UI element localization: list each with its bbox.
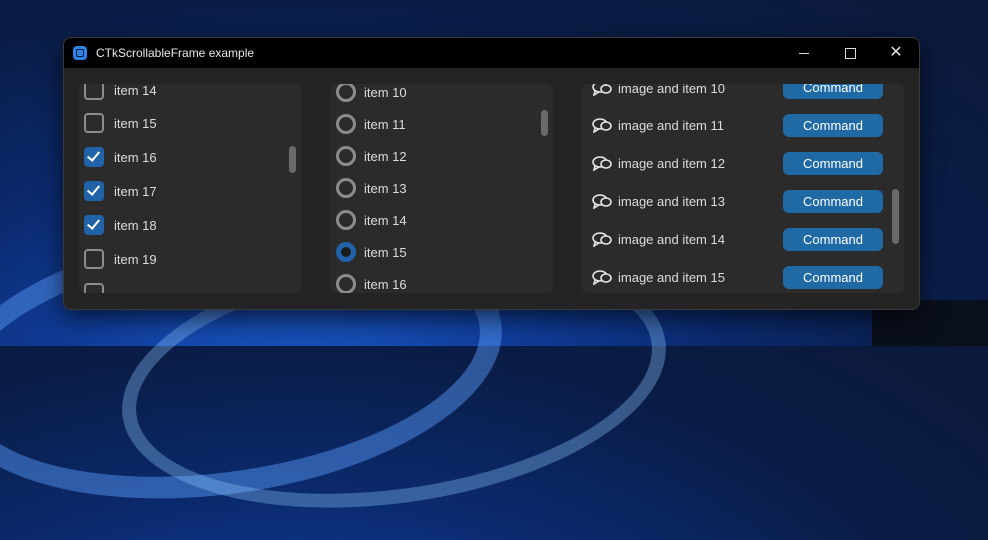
chat-bubble-icon bbox=[592, 270, 612, 285]
close-icon: ✕ bbox=[889, 44, 903, 61]
checkbox[interactable] bbox=[84, 113, 104, 133]
radio-label: item 15 bbox=[364, 244, 407, 260]
radio-button[interactable] bbox=[336, 146, 356, 166]
command-button[interactable]: Command bbox=[783, 152, 883, 175]
checkbox[interactable] bbox=[84, 283, 104, 293]
image-row-label: image and item 13 bbox=[618, 193, 725, 209]
checkbox-row[interactable]: item 17 bbox=[84, 181, 157, 201]
checkbox-row[interactable]: item 15 bbox=[84, 113, 157, 133]
command-button[interactable]: Command bbox=[783, 190, 883, 213]
radio-row[interactable]: item 12 bbox=[336, 146, 407, 166]
chat-bubble-icon bbox=[592, 84, 612, 96]
radio-row[interactable]: item 16 bbox=[336, 274, 407, 293]
maximize-icon bbox=[844, 47, 856, 59]
app-window: CTkScrollableFrame example ✕ item 14 ite… bbox=[63, 37, 920, 310]
image-row-label: image and item 15 bbox=[618, 269, 725, 285]
image-row-label: image and item 10 bbox=[618, 84, 725, 96]
checkbox-row[interactable]: item 14 bbox=[84, 84, 157, 100]
image-row: image and item 14 bbox=[592, 231, 725, 247]
radio-label: item 13 bbox=[364, 180, 407, 196]
checkbox-scrollable-frame[interactable]: item 14 item 15 item 16 item 17 item 18 … bbox=[79, 84, 301, 293]
radio-row[interactable]: item 11 bbox=[336, 114, 406, 134]
close-button[interactable]: ✕ bbox=[873, 38, 919, 68]
image-row-label: image and item 14 bbox=[618, 231, 725, 247]
checkbox-row[interactable]: item 18 bbox=[84, 215, 157, 235]
checkbox-checked[interactable] bbox=[84, 181, 104, 201]
radio-label: item 14 bbox=[364, 212, 407, 228]
radio-label: item 12 bbox=[364, 148, 407, 164]
image-row: image and item 10 bbox=[592, 84, 725, 96]
radio-label: item 16 bbox=[364, 276, 407, 292]
image-row: image and item 13 bbox=[592, 193, 725, 209]
checkbox-row[interactable]: item 19 bbox=[84, 249, 157, 269]
chat-bubble-icon bbox=[592, 156, 612, 171]
radio-button[interactable] bbox=[336, 210, 356, 230]
image-row-label: image and item 11 bbox=[618, 117, 724, 133]
radio-label: item 11 bbox=[364, 116, 406, 132]
radio-button[interactable] bbox=[336, 84, 356, 102]
chat-bubble-icon bbox=[592, 232, 612, 247]
minimize-button[interactable] bbox=[781, 38, 827, 68]
checkbox-label: item 19 bbox=[114, 251, 157, 267]
radio-label: item 10 bbox=[364, 84, 407, 100]
checkbox-label: item 18 bbox=[114, 217, 157, 233]
checkbox[interactable] bbox=[84, 249, 104, 269]
maximize-button[interactable] bbox=[827, 38, 873, 68]
app-icon bbox=[73, 46, 87, 60]
image-row: image and item 15 bbox=[592, 269, 725, 285]
image-row: image and item 11 bbox=[592, 117, 724, 133]
checkbox-label: item 14 bbox=[114, 84, 157, 98]
command-button[interactable]: Command bbox=[783, 84, 883, 99]
radio-row[interactable]: item 15 bbox=[336, 242, 407, 262]
checkbox-checked[interactable] bbox=[84, 215, 104, 235]
chat-bubble-icon bbox=[592, 194, 612, 209]
minimize-icon bbox=[799, 52, 809, 54]
radio-row[interactable]: item 14 bbox=[336, 210, 407, 230]
scrollbar-thumb[interactable] bbox=[289, 146, 296, 173]
checkbox[interactable] bbox=[84, 84, 104, 100]
scrollbar-thumb[interactable] bbox=[541, 110, 548, 136]
checkbox-row-partial[interactable] bbox=[84, 283, 114, 293]
radio-button-selected[interactable] bbox=[336, 242, 356, 262]
chat-bubble-icon bbox=[592, 118, 612, 133]
scrollbar-thumb[interactable] bbox=[892, 189, 899, 244]
command-button[interactable]: Command bbox=[783, 266, 883, 289]
image-row-label: image and item 12 bbox=[618, 155, 725, 171]
image-button-scrollable-frame[interactable]: image and item 10 Command image and item… bbox=[582, 84, 904, 293]
window-controls: ✕ bbox=[781, 38, 919, 68]
checkbox-checked[interactable] bbox=[84, 147, 104, 167]
window-title: CTkScrollableFrame example bbox=[96, 46, 255, 60]
radio-row[interactable]: item 13 bbox=[336, 178, 407, 198]
checkbox-row[interactable]: item 16 bbox=[84, 147, 157, 167]
checkbox-label: item 17 bbox=[114, 183, 157, 199]
radio-scrollable-frame[interactable]: item 10 item 11 item 12 item 13 item 14 … bbox=[330, 84, 553, 293]
command-button[interactable]: Command bbox=[783, 228, 883, 251]
title-bar[interactable]: CTkScrollableFrame example ✕ bbox=[64, 38, 919, 68]
radio-row[interactable]: item 10 bbox=[336, 84, 407, 102]
image-row: image and item 12 bbox=[592, 155, 725, 171]
checkbox-label: item 15 bbox=[114, 115, 157, 131]
radio-button[interactable] bbox=[336, 178, 356, 198]
checkbox-label: item 16 bbox=[114, 149, 157, 165]
radio-button[interactable] bbox=[336, 114, 356, 134]
command-button[interactable]: Command bbox=[783, 114, 883, 137]
radio-button[interactable] bbox=[336, 274, 356, 293]
